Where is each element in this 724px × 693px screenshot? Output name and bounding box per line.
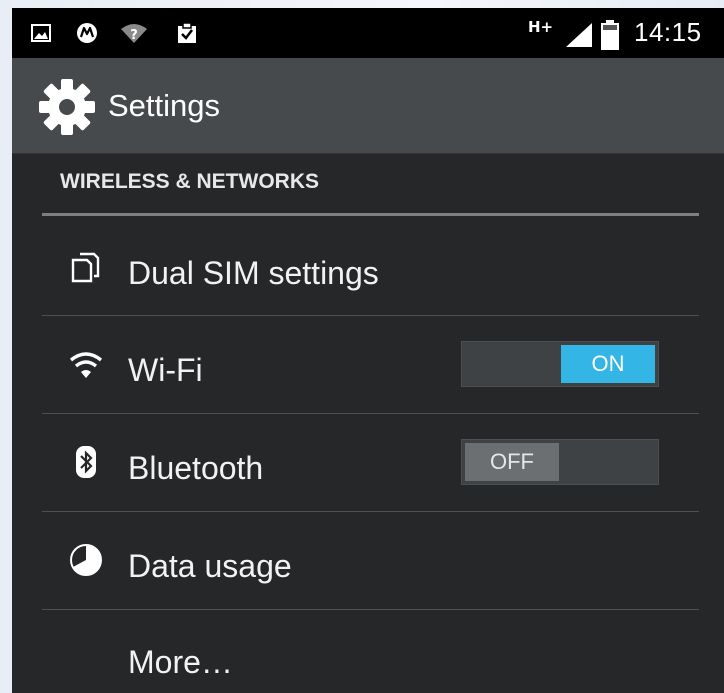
action-bar: Settings xyxy=(12,58,724,154)
toggle-thumb: ON xyxy=(561,345,655,383)
list-item-wifi[interactable]: Wi-Fi ON xyxy=(12,316,724,413)
wifi-icon xyxy=(68,348,104,384)
signal-icon xyxy=(564,22,594,48)
list-item-dual-sim[interactable]: Dual SIM settings xyxy=(12,219,724,316)
phone-screen: ? H+ 14:15 Settings WIRELESS & NETWORKS … xyxy=(12,8,724,693)
bluetooth-icon xyxy=(68,444,104,480)
list-item-more[interactable]: More… xyxy=(12,610,724,693)
motorola-icon xyxy=(76,22,98,44)
row-label: Wi-Fi xyxy=(128,352,203,388)
section-header: WIRELESS & NETWORKS xyxy=(60,170,320,193)
data-usage-icon xyxy=(68,542,104,578)
network-type: H+ xyxy=(528,18,554,36)
page-title: Settings xyxy=(108,88,221,123)
row-label: Dual SIM settings xyxy=(128,255,379,291)
row-label: Bluetooth xyxy=(128,450,264,486)
list-item-bluetooth[interactable]: Bluetooth OFF xyxy=(12,414,724,511)
bluetooth-toggle[interactable]: OFF xyxy=(461,439,659,485)
list-item-data-usage[interactable]: Data usage xyxy=(12,512,724,609)
row-label: More… xyxy=(128,644,233,680)
dual-sim-icon xyxy=(68,249,104,285)
row-label: Data usage xyxy=(128,548,292,584)
clock-time: 14:15 xyxy=(634,17,702,47)
battery-icon xyxy=(600,20,620,50)
status-bar: ? H+ 14:15 xyxy=(12,8,724,58)
wifi-question-icon: ? xyxy=(120,22,148,44)
section-divider xyxy=(42,213,699,216)
gear-icon[interactable] xyxy=(38,78,96,136)
toggle-thumb: OFF xyxy=(465,443,559,481)
clipboard-check-icon xyxy=(176,22,198,44)
wifi-toggle[interactable]: ON xyxy=(461,341,659,387)
svg-text:?: ? xyxy=(130,28,138,43)
gallery-icon xyxy=(30,22,52,44)
